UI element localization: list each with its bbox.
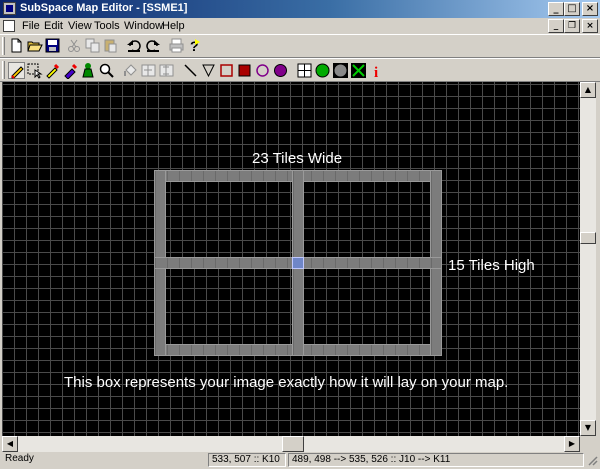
drawing-toolbar: i xyxy=(0,58,600,82)
grid-icon[interactable] xyxy=(296,62,313,79)
standard-toolbar: ? xyxy=(0,34,600,58)
status-ready: Ready xyxy=(5,453,34,464)
help-icon[interactable]: ? xyxy=(186,37,203,54)
minimize-button[interactable]: _ xyxy=(548,2,564,16)
width-label: 23 Tiles Wide xyxy=(252,150,343,167)
scroll-corner xyxy=(580,436,596,452)
resize-grip-icon[interactable] xyxy=(586,454,598,466)
vertical-scrollbar[interactable]: ▲ ▼ xyxy=(580,82,596,436)
maximize-button[interactable]: □ xyxy=(564,2,580,16)
rectangle-filled-icon[interactable] xyxy=(236,62,253,79)
menu-tools[interactable]: Tools xyxy=(94,20,120,32)
ellipse-outline-icon[interactable] xyxy=(254,62,271,79)
mdi-close-button[interactable]: × xyxy=(582,19,598,33)
paste-icon[interactable] xyxy=(102,37,119,54)
scroll-left-button[interactable]: ◀ xyxy=(2,436,18,452)
print-icon[interactable] xyxy=(168,37,185,54)
scroll-right-button[interactable]: ▶ xyxy=(564,436,580,452)
toolbar-grip[interactable] xyxy=(2,61,5,79)
ellipse-filled-icon[interactable] xyxy=(272,62,289,79)
zoom-icon[interactable] xyxy=(98,62,115,79)
status-cursor-position: 533, 507 :: K10 xyxy=(208,453,286,467)
triangle-icon[interactable] xyxy=(200,62,217,79)
window-title: SubSpace Map Editor - [SSME1] xyxy=(20,2,188,14)
title-bar[interactable]: SubSpace Map Editor - [SSME1] _ □ × xyxy=(0,0,600,18)
fill-icon[interactable] xyxy=(122,62,139,79)
box-caption: This box represents your image exactly h… xyxy=(64,374,509,391)
app-icon[interactable] xyxy=(3,2,16,15)
map-canvas[interactable]: 23 Tiles Wide 15 Tiles High This box rep… xyxy=(2,82,580,436)
scroll-down-button[interactable]: ▼ xyxy=(580,420,596,436)
menu-view[interactable]: View xyxy=(68,20,92,32)
horizontal-scrollbar[interactable]: ◀ ▶ xyxy=(2,436,580,452)
selector-icon[interactable] xyxy=(26,62,43,79)
cut-icon[interactable] xyxy=(66,37,83,54)
green-ball-icon[interactable] xyxy=(314,62,331,79)
mdi-minimize-button[interactable]: _ xyxy=(548,19,564,33)
redo-icon[interactable] xyxy=(144,37,161,54)
center-marker xyxy=(292,257,304,269)
vertical-scroll-thumb[interactable] xyxy=(580,232,596,244)
svg-text:i: i xyxy=(374,65,378,79)
line-icon[interactable] xyxy=(182,62,199,79)
document-icon[interactable] xyxy=(3,20,15,32)
pencil-icon[interactable] xyxy=(8,62,25,79)
scroll-up-button[interactable]: ▲ xyxy=(580,82,596,98)
menu-help[interactable]: Help xyxy=(162,20,185,32)
spawn-icon[interactable] xyxy=(80,62,97,79)
menu-window[interactable]: Window xyxy=(124,20,163,32)
status-selection: 489, 498 --> 535, 526 :: J10 --> K11 xyxy=(288,453,584,467)
mdi-restore-button[interactable]: ❐ xyxy=(564,19,580,33)
rectangle-outline-icon[interactable] xyxy=(218,62,235,79)
gray-ball-icon[interactable] xyxy=(332,62,349,79)
flip-vertical-icon[interactable] xyxy=(158,62,175,79)
menu-file[interactable]: File xyxy=(22,20,40,32)
menu-edit[interactable]: Edit xyxy=(44,20,63,32)
open-icon[interactable] xyxy=(26,37,43,54)
replace-brush-icon[interactable] xyxy=(62,62,79,79)
new-icon[interactable] xyxy=(8,37,25,54)
toolbar-grip[interactable] xyxy=(2,37,5,55)
radar-icon[interactable] xyxy=(350,62,367,79)
height-label: 15 Tiles High xyxy=(448,257,535,274)
info-icon[interactable]: i xyxy=(368,62,385,79)
dropper-icon[interactable] xyxy=(44,62,61,79)
close-button[interactable]: × xyxy=(582,2,598,16)
copy-icon[interactable] xyxy=(84,37,101,54)
horizontal-scroll-thumb[interactable] xyxy=(282,436,304,452)
save-icon[interactable] xyxy=(44,37,61,54)
undo-icon[interactable] xyxy=(126,37,143,54)
flip-horizontal-icon[interactable] xyxy=(140,62,157,79)
